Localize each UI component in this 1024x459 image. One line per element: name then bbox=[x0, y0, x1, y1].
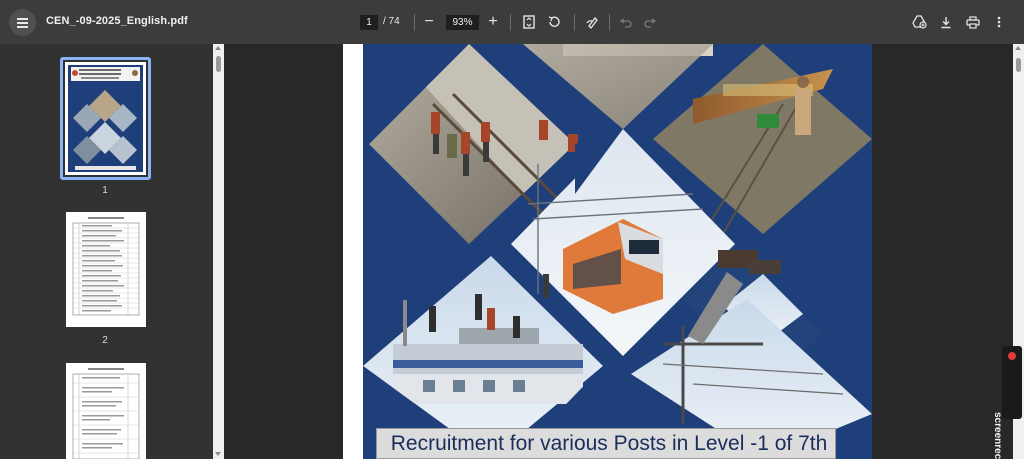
fit-page-icon bbox=[523, 15, 535, 29]
more-icon bbox=[997, 16, 1001, 28]
toolbar-divider bbox=[510, 14, 511, 31]
pdf-page-1: Recruitment for various Posts in Level -… bbox=[343, 44, 872, 459]
thumbnail-image bbox=[65, 62, 146, 175]
zoom-out-icon: − bbox=[424, 13, 434, 30]
download-button[interactable] bbox=[936, 12, 956, 32]
thumbnail-page-3[interactable] bbox=[66, 363, 146, 459]
zoom-out-button[interactable]: − bbox=[419, 12, 439, 32]
menu-icon bbox=[17, 18, 28, 28]
thumbnail-label: 1 bbox=[102, 185, 108, 196]
toolbar-divider bbox=[574, 14, 575, 31]
page-number-input[interactable]: 1 bbox=[360, 15, 378, 30]
scrollbar-thumb[interactable] bbox=[1016, 58, 1021, 72]
thumbnail-image bbox=[66, 212, 146, 327]
scroll-up-arrow-icon[interactable] bbox=[215, 46, 221, 50]
print-icon bbox=[966, 15, 980, 29]
more-options-button[interactable] bbox=[989, 12, 1009, 32]
scroll-down-arrow-icon[interactable] bbox=[215, 452, 221, 456]
thumbnail-sidebar: 1 2 bbox=[0, 44, 224, 459]
thumbnail-label: 2 bbox=[102, 335, 108, 346]
scrollbar-thumb[interactable] bbox=[216, 56, 221, 72]
scroll-up-arrow-icon[interactable] bbox=[1015, 46, 1021, 50]
download-icon bbox=[941, 16, 951, 28]
thumbnail-page-1[interactable] bbox=[60, 57, 151, 180]
document-title: CEN_-09-2025_English.pdf bbox=[46, 15, 188, 27]
page-total: / 74 bbox=[383, 16, 400, 27]
redo-icon bbox=[644, 18, 656, 28]
cover-title: Recruitment for various Posts in Level -… bbox=[390, 432, 828, 459]
fit-page-button[interactable] bbox=[519, 12, 539, 32]
sidebar-scrollbar[interactable] bbox=[213, 44, 224, 459]
zoom-input[interactable]: 93% bbox=[446, 15, 479, 30]
toolbar-divider bbox=[414, 14, 415, 31]
print-button[interactable] bbox=[963, 12, 983, 32]
undo-button[interactable] bbox=[616, 12, 636, 32]
toolbar: CEN_-09-2025_English.pdf 1 / 74 − 93% + bbox=[0, 0, 1024, 44]
undo-icon bbox=[620, 18, 632, 28]
redo-button[interactable] bbox=[640, 12, 660, 32]
zoom-in-button[interactable]: + bbox=[483, 12, 503, 32]
thumbnail-page-2[interactable] bbox=[66, 212, 146, 327]
annotate-button[interactable] bbox=[583, 12, 603, 32]
annotate-icon bbox=[586, 17, 598, 29]
screenrec-badge[interactable]: screenrec bbox=[992, 346, 1022, 459]
record-icon bbox=[1008, 352, 1016, 360]
pdf-viewer: CEN_-09-2025_English.pdf 1 / 74 − 93% + bbox=[0, 0, 1024, 459]
document-viewer: Recruitment for various Posts in Level -… bbox=[224, 44, 1013, 459]
screenrec-label: screenrec bbox=[992, 412, 1003, 459]
cover-artwork bbox=[363, 44, 872, 459]
rotate-icon bbox=[548, 16, 560, 27]
menu-button[interactable] bbox=[9, 9, 36, 36]
zoom-in-icon: + bbox=[488, 13, 498, 30]
save-to-drive-button[interactable] bbox=[909, 12, 929, 32]
thumbnail-image bbox=[66, 363, 146, 459]
rotate-button[interactable] bbox=[544, 12, 564, 32]
toolbar-divider bbox=[609, 14, 610, 31]
drive-save-icon bbox=[911, 15, 927, 29]
